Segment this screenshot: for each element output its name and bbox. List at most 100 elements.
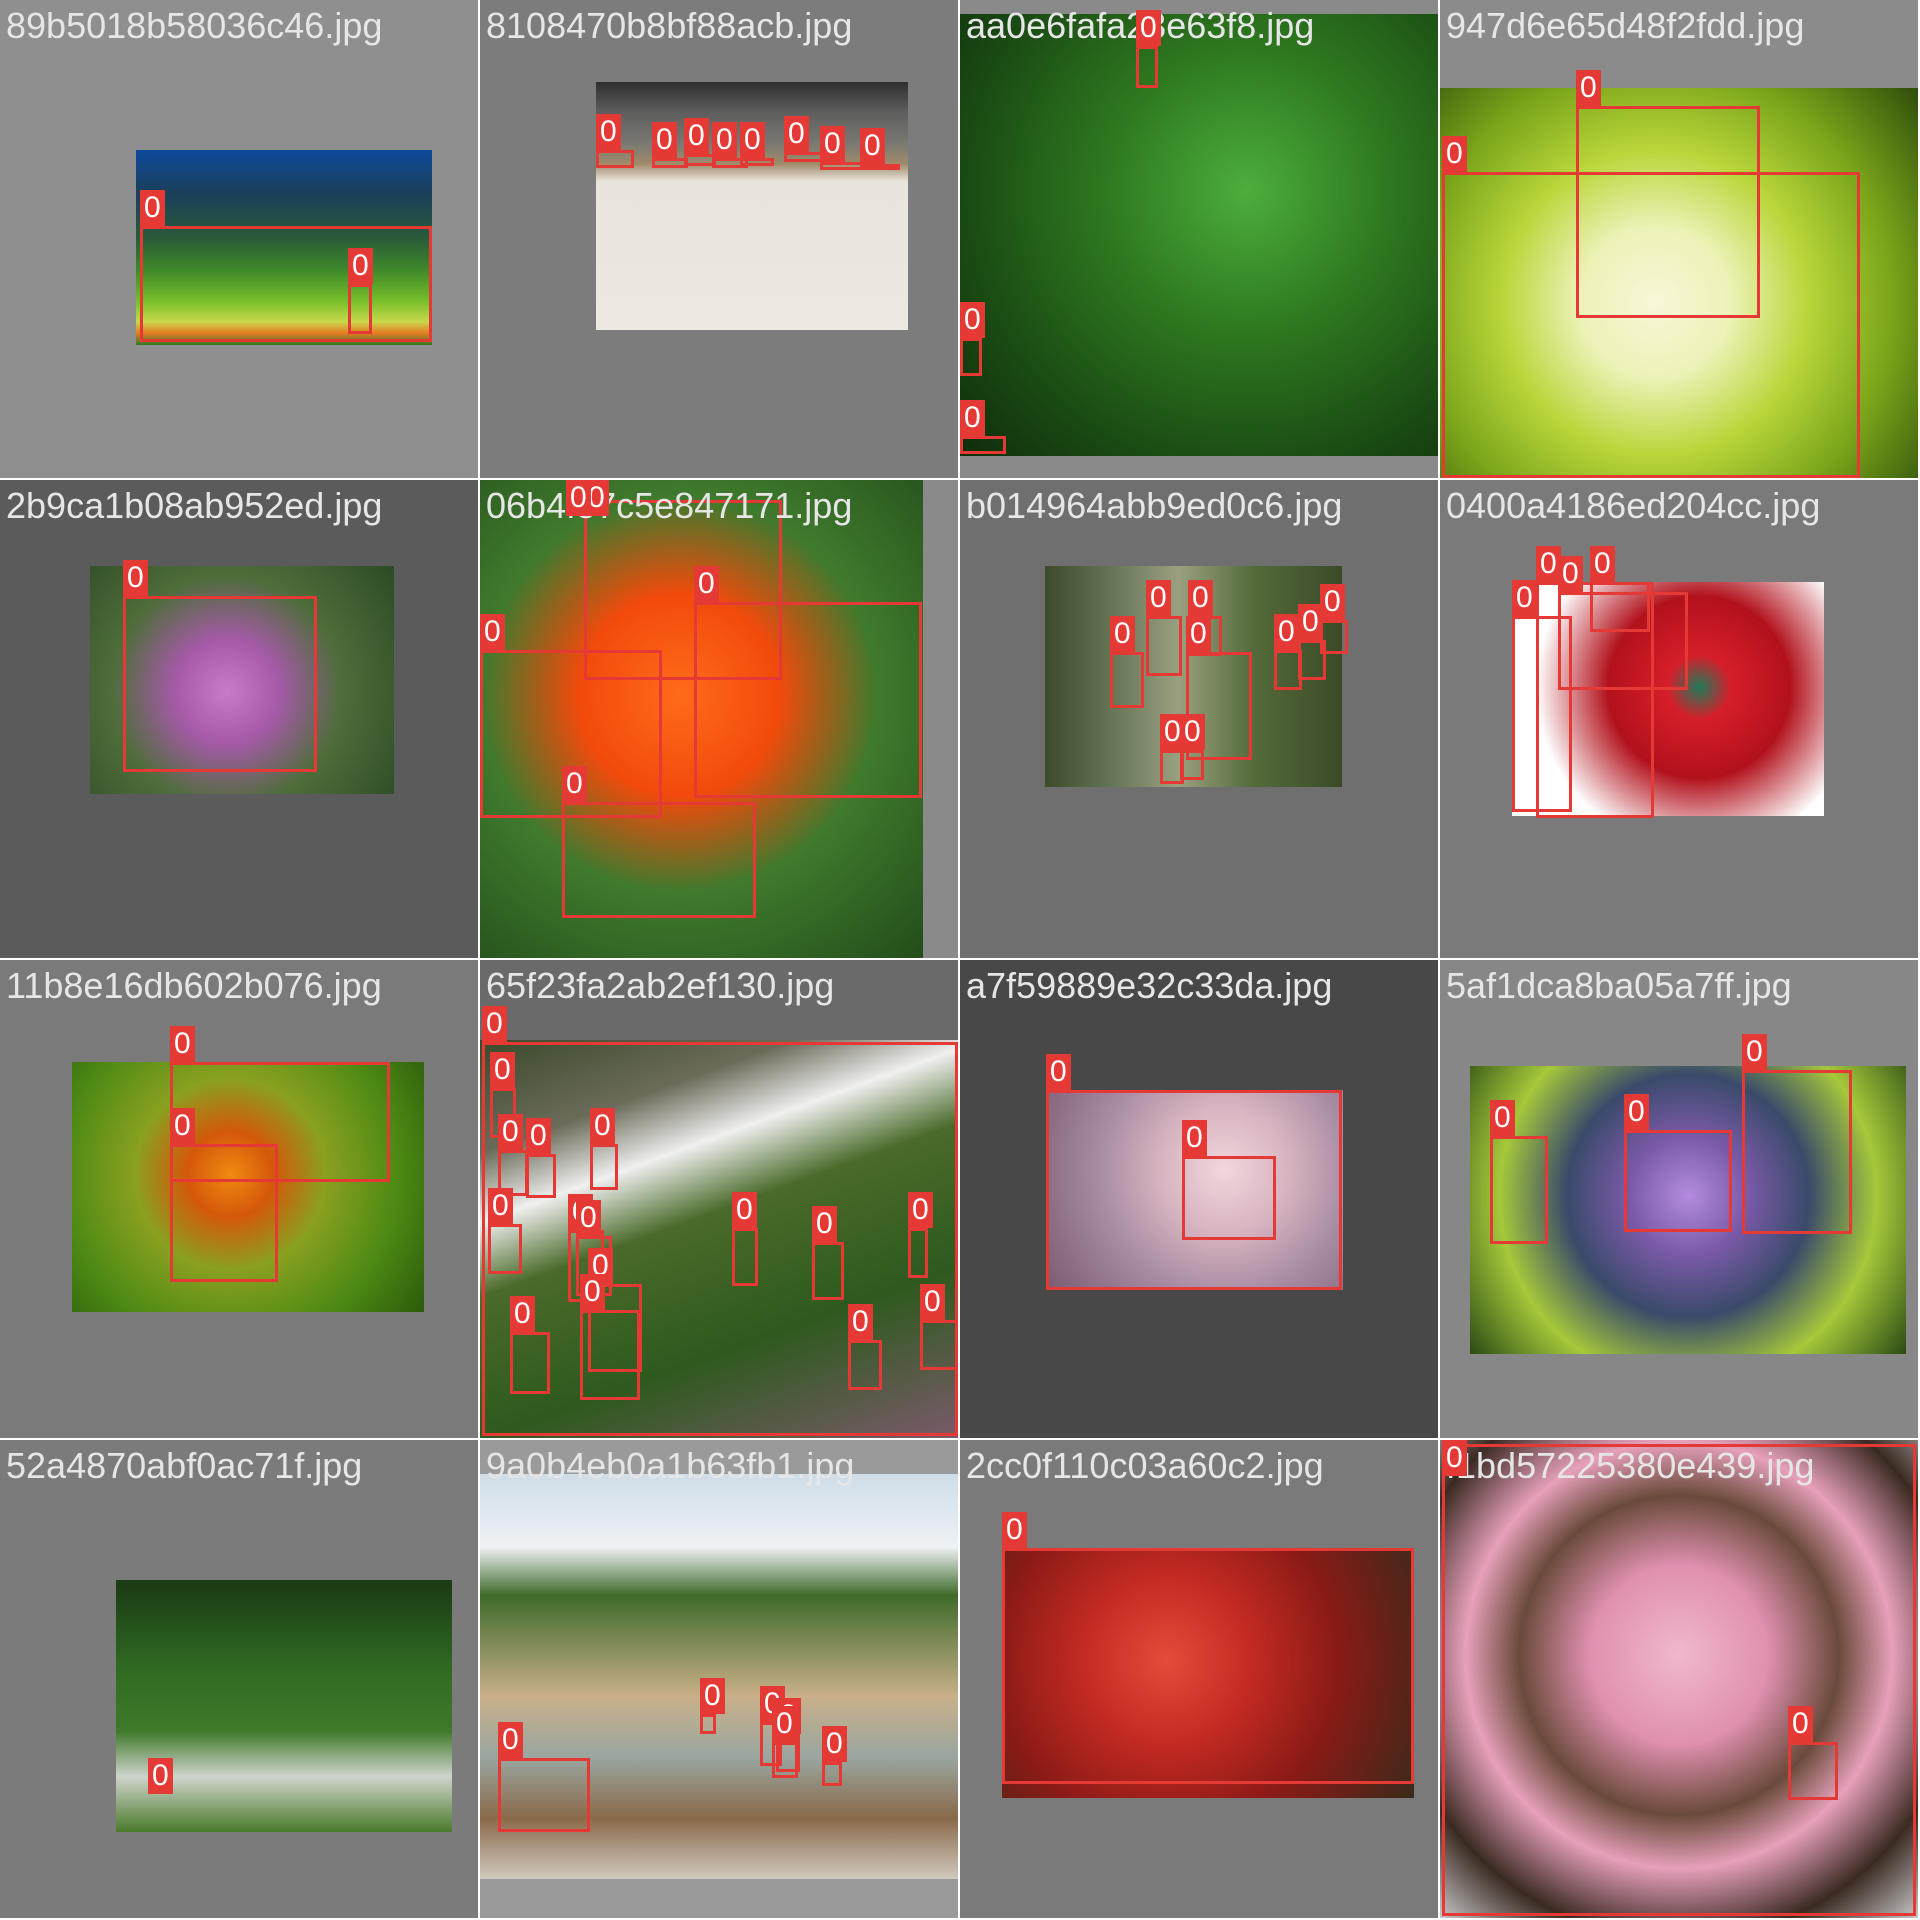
detection-label: 0 [1180, 714, 1205, 750]
detection-label: 0 [772, 1706, 797, 1742]
detection-label: 0 [562, 766, 587, 802]
image-filename: 52a4870abf0ac71f.jpg [6, 1445, 363, 1486]
detection-box [123, 596, 317, 772]
detection-box [1136, 46, 1158, 88]
result-tile: 0400a4186ed204cc.jpg 0 0 0 0 [1439, 479, 1919, 959]
detection-box [596, 150, 634, 168]
image-filename: b014964abb9ed0c6.jpg [966, 485, 1343, 526]
detection-box [860, 164, 900, 170]
detection-label: 0 [1182, 1120, 1207, 1156]
detection-box [482, 1042, 958, 1436]
detection-label: 0 [820, 126, 845, 162]
detection-box [700, 1714, 716, 1734]
detection-box [488, 1224, 522, 1274]
detection-box [1442, 172, 1860, 478]
image-filename: 947d6e65d48f2fdd.jpg [1446, 5, 1805, 46]
detection-label: 0 [652, 122, 677, 158]
result-tile: 9a0b4eb0a1b63fb1.jpg000000 [479, 1439, 959, 1919]
detection-label: 0 [590, 1108, 615, 1144]
detection-label: 0 [1624, 1094, 1649, 1130]
detection-box [920, 1320, 958, 1370]
detection-label: 0 [490, 1052, 515, 1088]
detection-box [1180, 750, 1204, 780]
detection-label: 0 [148, 1758, 173, 1794]
result-tile: a7f59889e32c33da.jpg 0 0 [959, 959, 1439, 1439]
detection-label: 0 [712, 122, 737, 158]
image-filename: a7f59889e32c33da.jpg [966, 965, 1333, 1006]
detection-label: 0 [498, 1114, 523, 1150]
result-tile: 52a4870abf0ac71f.jpg 0 [0, 1439, 479, 1919]
image-filename: 06b4f57c5e847171.jpg [486, 485, 853, 526]
detection-box [510, 1332, 550, 1394]
detection-label: 0 [1490, 1100, 1515, 1136]
detection-box [170, 1144, 278, 1282]
detection-label: 0 [1274, 614, 1299, 650]
detection-label: 0 [1188, 580, 1213, 616]
result-tile: 89b5018b58036c46.jpg 0 0 [0, 0, 479, 479]
detection-box [1110, 652, 1144, 708]
detection-label: 0 [1742, 1034, 1767, 1070]
result-tile: aa0e6fafa23e63f8.jpg000 [959, 0, 1439, 479]
image-filename: 5af1dca8ba05a7ff.jpg [1446, 965, 1792, 1006]
detection-label: 0 [1512, 580, 1537, 616]
result-tile: 65f23fa2ab2ef130.jpg0000000000000000 [479, 959, 959, 1439]
detection-label: 0 [1186, 616, 1211, 652]
detection-label: 0 [740, 122, 765, 158]
detection-label: 0 [960, 400, 985, 436]
detection-box [822, 1762, 842, 1786]
detection-box [580, 1310, 640, 1400]
detection-label: 0 [140, 190, 165, 226]
detection-label: 0 [526, 1118, 551, 1154]
detection-box [960, 436, 1006, 454]
detection-box [1442, 1444, 1916, 1916]
detection-label: 0 [784, 116, 809, 152]
detection-label: 0 [170, 1026, 195, 1062]
detection-label: 0 [596, 114, 621, 150]
detection-box [562, 802, 756, 918]
detection-label: 0 [1046, 1054, 1071, 1090]
detection-label: 0 [566, 480, 591, 516]
detection-label: 0 [1558, 556, 1583, 592]
detection-label: 0 [848, 1304, 873, 1340]
detection-box [1742, 1070, 1852, 1234]
detection-box [848, 1340, 882, 1390]
detection-grid: 89b5018b58036c46.jpg 0 0 8108470b8bf88acb.j… [0, 0, 1920, 1920]
detection-label: 0 [498, 1722, 523, 1758]
detection-label: 0 [960, 302, 985, 338]
detection-box [590, 1144, 618, 1190]
image-filename: 2b9ca1b08ab952ed.jpg [6, 485, 383, 526]
detection-box [348, 284, 372, 334]
detection-label: 0 [812, 1206, 837, 1242]
detection-box [526, 1154, 556, 1198]
detection-box [1490, 1136, 1548, 1244]
detection-box [908, 1228, 928, 1278]
detection-label: 0 [1298, 604, 1323, 640]
detection-box [1182, 1156, 1276, 1240]
detection-box [140, 226, 432, 342]
detection-label: 0 [1536, 546, 1561, 582]
detection-label: 0 [488, 1188, 513, 1224]
image-filename: 89b5018b58036c46.jpg [6, 5, 383, 46]
detection-label: 0 [348, 248, 373, 284]
thumbnail-image [960, 14, 1438, 456]
detection-label: 0 [1442, 1440, 1467, 1476]
result-tile: f1bd57225380e439.jpg 0 0 [1439, 1439, 1919, 1919]
detection-box [498, 1758, 590, 1832]
detection-label: 0 [700, 1678, 725, 1714]
detection-box [1002, 1548, 1414, 1784]
detection-label: 0 [920, 1284, 945, 1320]
detection-label: 0 [482, 1006, 507, 1042]
detection-label: 0 [123, 560, 148, 596]
detection-box [1788, 1742, 1838, 1800]
detection-box [694, 602, 922, 798]
detection-label: 0 [1320, 584, 1345, 620]
detection-box [740, 158, 774, 166]
detection-box [1320, 620, 1348, 654]
detection-box [1590, 582, 1650, 632]
detection-label: 0 [1136, 10, 1161, 46]
detection-label: 0 [1110, 616, 1135, 652]
detection-label: 0 [480, 614, 505, 650]
image-filename: 9a0b4eb0a1b63fb1.jpg [486, 1445, 855, 1486]
detection-box [812, 1242, 844, 1300]
detection-label: 0 [1788, 1706, 1813, 1742]
